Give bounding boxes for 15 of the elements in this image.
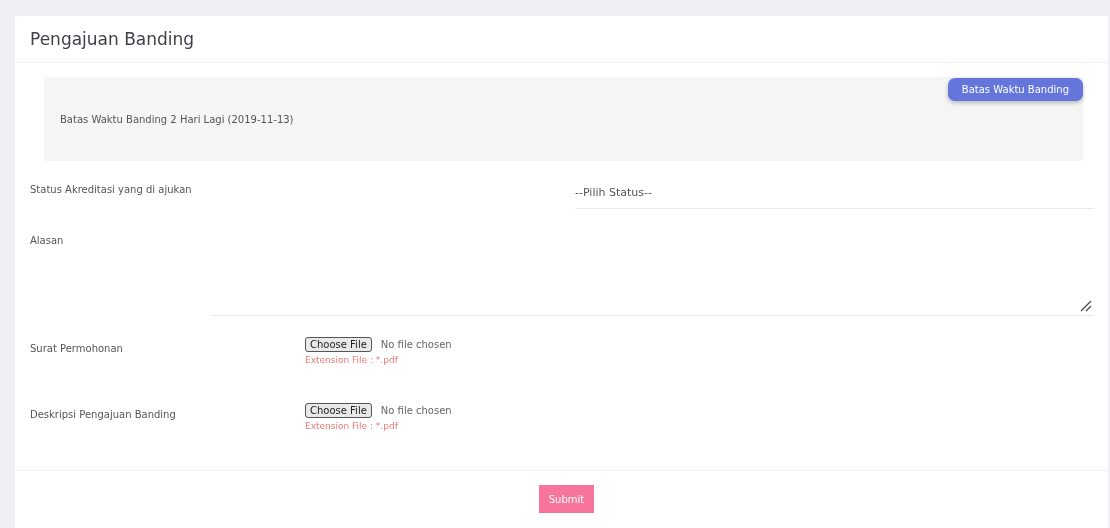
field-label: Status Akreditasi yang di ajukan <box>30 184 192 195</box>
extension-hint: Extension File : *.pdf <box>305 355 399 365</box>
field-label: Surat Permohonan <box>30 342 124 356</box>
status-select[interactable]: --Pilih Status-- <box>575 184 1094 209</box>
file-status: No file chosen <box>380 405 452 416</box>
field-label: Deskripsi Pengajuan Banding <box>30 408 177 422</box>
deadline-text: Batas Waktu Banding 2 Hari Lagi (2019-11-13) <box>60 113 294 125</box>
file-status: No file chosen <box>380 339 452 350</box>
deadline-button[interactable]: Batas Waktu Banding <box>947 78 1083 101</box>
field-label: Alasan <box>30 235 64 246</box>
choose-file-button[interactable]: Choose File <box>305 337 372 352</box>
choose-file-button[interactable]: Choose File <box>305 403 372 418</box>
extension-hint: Extension File : *.pdf <box>305 421 399 431</box>
resize-handle-icon[interactable] <box>1080 300 1092 312</box>
card-title: Pengajuan Banding <box>30 29 195 49</box>
